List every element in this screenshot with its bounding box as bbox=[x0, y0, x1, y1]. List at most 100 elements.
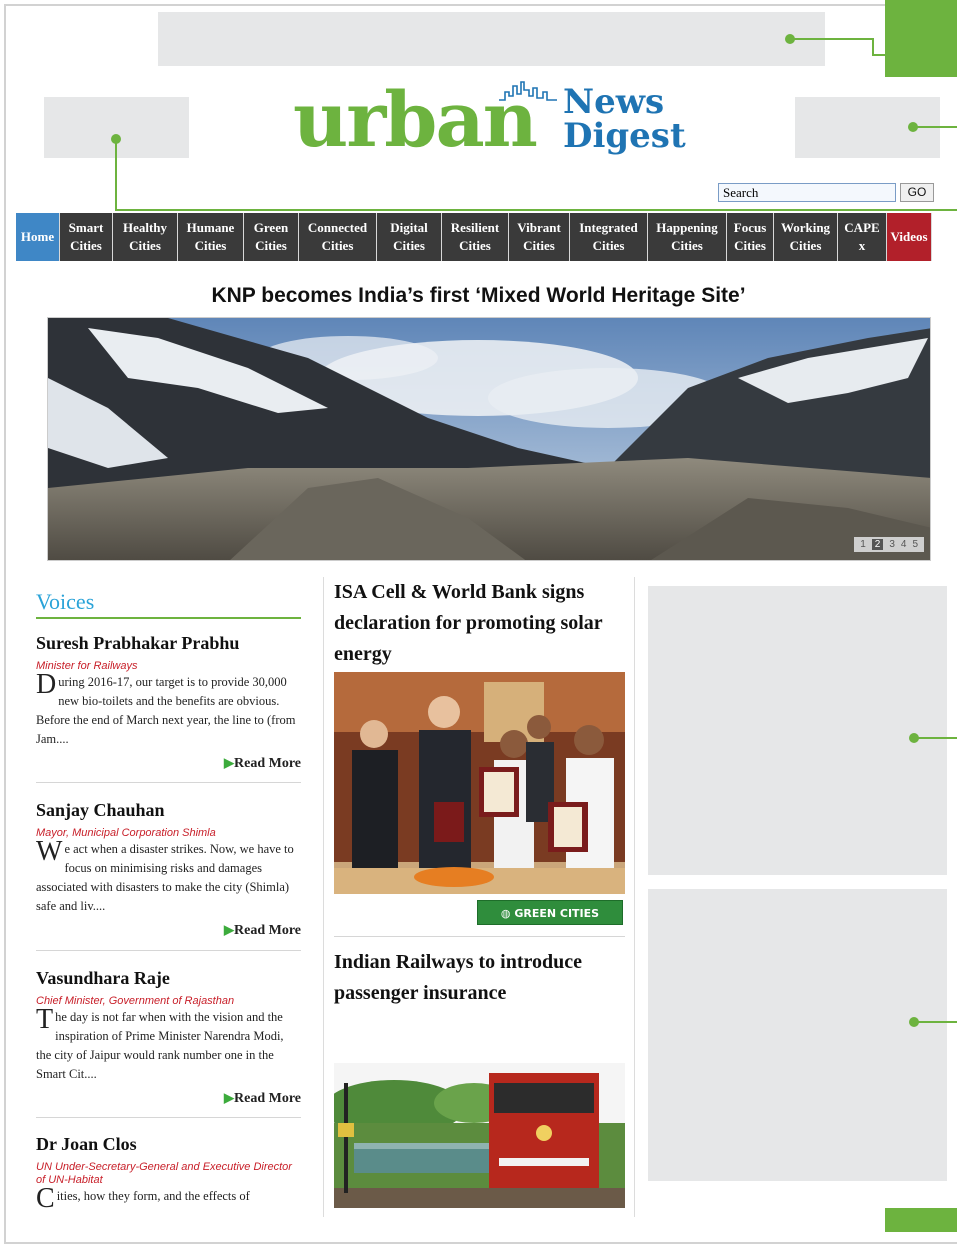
annotation-line bbox=[913, 1021, 957, 1023]
nav-label: Cities bbox=[671, 238, 703, 253]
pager-item[interactable]: 3 bbox=[889, 539, 895, 550]
nav-item-digital-cities[interactable]: Digital Cities bbox=[377, 213, 442, 261]
nav-item-focus-cities[interactable]: Focus Cities bbox=[727, 213, 774, 261]
drop-cap: C bbox=[36, 1183, 55, 1214]
nav-item-videos[interactable]: Videos bbox=[887, 213, 932, 261]
pager-item[interactable]: 4 bbox=[901, 539, 907, 550]
read-more-link[interactable]: ▶Read More bbox=[36, 755, 301, 772]
pager-item-active[interactable]: 2 bbox=[871, 539, 884, 550]
read-more-label: Read More bbox=[234, 1091, 301, 1106]
column-divider bbox=[634, 577, 635, 1217]
nav-label: Videos bbox=[890, 229, 928, 244]
voice-item: Vasundhara Raje Chief Minister, Governme… bbox=[36, 968, 301, 1107]
voice-text: he day is not far when with the vision a… bbox=[36, 1010, 284, 1081]
nav-label: Cities bbox=[255, 238, 287, 253]
nav-label: Cities bbox=[393, 238, 425, 253]
nav-label: Connected bbox=[307, 220, 368, 235]
drop-cap: W bbox=[36, 836, 63, 867]
voice-excerpt: The day is not far when with the vision … bbox=[36, 1004, 301, 1084]
nav-label: Green bbox=[253, 220, 289, 235]
nav-item-green-cities[interactable]: Green Cities bbox=[244, 213, 299, 261]
hero-slider[interactable]: 1 2 3 4 5 bbox=[47, 317, 931, 561]
nav-item-smart-cities[interactable]: Smart Cities bbox=[60, 213, 113, 261]
search-input[interactable]: Search bbox=[718, 183, 896, 202]
voice-role: Minister for Railways bbox=[36, 660, 138, 672]
nav-label: Healthy bbox=[122, 220, 168, 235]
play-arrow-icon: ▶ bbox=[224, 755, 234, 770]
story-image[interactable] bbox=[334, 672, 625, 894]
story-title[interactable]: ISA Cell & World Bank signs declaration … bbox=[334, 577, 626, 670]
annotation-line bbox=[115, 209, 957, 211]
nav-label: Humane bbox=[186, 220, 235, 235]
nav-label: Integrated bbox=[579, 220, 638, 235]
pager-item[interactable]: 5 bbox=[912, 539, 918, 550]
voice-name[interactable]: Dr Joan Clos bbox=[36, 1134, 301, 1155]
annotation-line bbox=[790, 38, 874, 40]
voice-role: Mayor, Municipal Corporation Shimla bbox=[36, 827, 216, 839]
tag-label: GREEN CITIES bbox=[514, 907, 600, 920]
skyline-icon bbox=[499, 81, 557, 101]
nav-label: Resilient bbox=[450, 220, 500, 235]
nav-label: x bbox=[858, 238, 866, 253]
annotation-marker bbox=[885, 0, 957, 77]
globe-icon: ◍ bbox=[500, 907, 515, 920]
voice-role: Chief Minister, Government of Rajasthan bbox=[36, 995, 235, 1007]
divider bbox=[36, 1117, 301, 1118]
voice-text: e act when a disaster strikes. Now, we h… bbox=[36, 842, 294, 913]
voice-name[interactable]: Sanjay Chauhan bbox=[36, 800, 301, 821]
nav-item-capex[interactable]: CAPE x bbox=[838, 213, 887, 261]
top-banner-ad[interactable] bbox=[158, 12, 825, 66]
divider bbox=[36, 950, 301, 951]
sidebar-ad-1[interactable] bbox=[648, 586, 947, 875]
nav-label: Vibrant bbox=[517, 220, 561, 235]
drop-cap: T bbox=[36, 1004, 54, 1035]
voice-excerpt: Cities, how they form, and the effects o… bbox=[36, 1183, 301, 1214]
nav-item-humane-cities[interactable]: Humane Cities bbox=[178, 213, 244, 261]
read-more-link[interactable]: ▶Read More bbox=[36, 922, 301, 939]
nav-item-home[interactable]: Home bbox=[16, 213, 60, 261]
voice-text: uring 2016-17, our target is to provide … bbox=[36, 675, 296, 746]
voice-excerpt: We act when a disaster strikes. Now, we … bbox=[36, 836, 301, 916]
voices-rule bbox=[36, 617, 301, 619]
read-more-link[interactable]: ▶Read More bbox=[36, 1090, 301, 1107]
mountain-photo bbox=[48, 318, 930, 560]
nav-label: Happening bbox=[656, 220, 718, 235]
nav-label: Cities bbox=[129, 238, 161, 253]
nav-item-resilient-cities[interactable]: Resilient Cities bbox=[442, 213, 509, 261]
nav-item-connected-cities[interactable]: Connected Cities bbox=[299, 213, 377, 261]
story-title[interactable]: Indian Railways to introduce passenger i… bbox=[334, 947, 626, 1009]
nav-item-vibrant-cities[interactable]: Vibrant Cities bbox=[509, 213, 570, 261]
site-logo[interactable]: urban News Digest bbox=[293, 74, 693, 166]
nav-label: Cities bbox=[789, 238, 822, 253]
voice-name[interactable]: Suresh Prabhakar Prabhu bbox=[36, 633, 301, 654]
nav-label: Smart bbox=[68, 220, 104, 235]
voice-item: Suresh Prabhakar Prabhu Minister for Rai… bbox=[36, 633, 301, 772]
annotation-marker bbox=[885, 1208, 957, 1232]
logo-digest: Digest bbox=[563, 116, 686, 156]
divider bbox=[36, 782, 301, 783]
featured-headline[interactable]: KNP becomes India’s first ‘Mixed World H… bbox=[0, 284, 957, 308]
nav-label: Digital bbox=[390, 220, 428, 235]
logo-news: News bbox=[563, 82, 665, 122]
sidebar-ad-2[interactable] bbox=[648, 889, 947, 1181]
story-image[interactable] bbox=[334, 1063, 625, 1208]
pager-item[interactable]: 1 bbox=[860, 539, 866, 550]
nav-label: Cities bbox=[523, 238, 555, 253]
voice-text: ities, how they form, and the effects of bbox=[56, 1189, 250, 1203]
play-arrow-icon: ▶ bbox=[224, 922, 234, 937]
play-arrow-icon: ▶ bbox=[224, 1090, 234, 1105]
read-more-label: Read More bbox=[234, 923, 301, 938]
column-divider bbox=[323, 577, 324, 1217]
nav-item-working-cities[interactable]: Working Cities bbox=[774, 213, 838, 261]
category-tag-green-cities[interactable]: ◍ GREEN CITIES bbox=[477, 900, 623, 925]
nav-item-integrated-cities[interactable]: Integrated Cities bbox=[570, 213, 648, 261]
voice-name[interactable]: Vasundhara Raje bbox=[36, 968, 301, 989]
voice-item: Dr Joan Clos UN Under-Secretary-General … bbox=[36, 1134, 301, 1214]
nav-label: Cities bbox=[194, 238, 227, 253]
nav-label: Working bbox=[780, 220, 831, 235]
nav-label: Cities bbox=[459, 238, 491, 253]
read-more-label: Read More bbox=[234, 756, 301, 771]
nav-item-happening-cities[interactable]: Happening Cities bbox=[648, 213, 727, 261]
search-go-button[interactable]: GO bbox=[900, 183, 934, 202]
nav-item-healthy-cities[interactable]: Healthy Cities bbox=[113, 213, 178, 261]
